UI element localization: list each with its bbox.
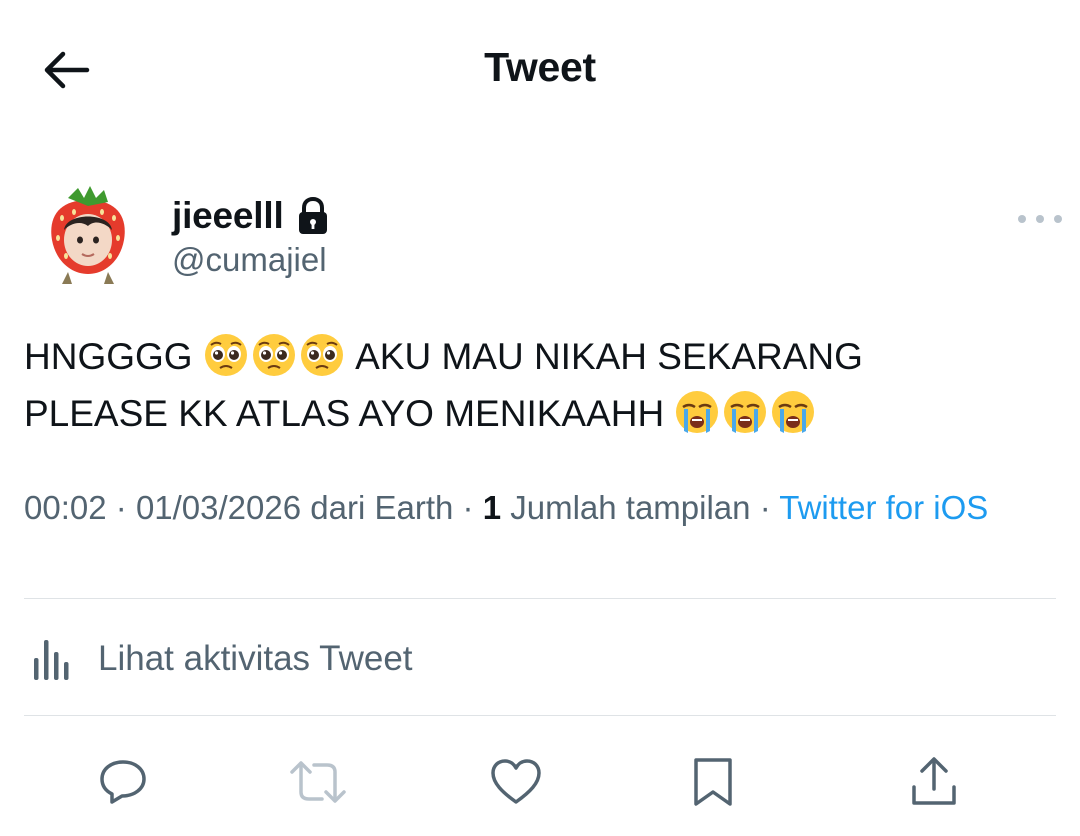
tweet-action-bar: [0, 752, 1080, 812]
share-icon: [912, 757, 956, 805]
tweet-time: 00:02: [24, 489, 107, 526]
bookmark-icon: [694, 758, 732, 806]
pleading-face-emoji-icon: [300, 334, 343, 376]
bookmark-button[interactable]: [683, 752, 743, 812]
retweet-icon: [290, 761, 346, 803]
meta-separator: ·: [115, 489, 127, 526]
bar-chart-icon: [34, 640, 69, 680]
pleading-face-emoji-icon: [252, 334, 295, 376]
loudly-crying-face-emoji-icon: [772, 391, 815, 433]
pleading-face-emoji-icon: [204, 334, 247, 376]
view-count-label: Jumlah tampilan: [510, 489, 751, 526]
divider: [24, 715, 1056, 716]
share-button[interactable]: [904, 752, 964, 812]
tweet-source-link[interactable]: Twitter for iOS: [779, 489, 988, 526]
meta-separator: ·: [759, 489, 771, 526]
divider: [24, 598, 1056, 599]
tweet-date: 01/03/2026: [135, 489, 302, 526]
tweet-author: jieeelll @cumajiel: [0, 180, 1080, 290]
more-horizontal-icon: [1018, 215, 1026, 223]
author-handle[interactable]: @cumajiel: [172, 238, 330, 282]
view-count: 1: [482, 489, 502, 526]
tweet-meta: 00:02 · 01/03/2026 dari Earth · 1 Jumlah…: [24, 486, 1044, 530]
tweet-location: dari Earth: [310, 489, 454, 526]
reply-button[interactable]: [93, 752, 153, 812]
author-names: jieeelll @cumajiel: [172, 194, 330, 282]
tweet-text-line1-suffix: AKU MAU NIKAH SEKARANG: [355, 336, 863, 377]
loudly-crying-face-emoji-icon: [676, 391, 719, 433]
reply-icon: [100, 760, 146, 804]
tweet-text: HNGGGG AKU MAU NIKAH SEKARANG PLEASE KK …: [24, 328, 1044, 442]
lock-icon: [298, 197, 327, 234]
display-name-row: jieeelll: [172, 194, 330, 238]
retweet-button[interactable]: [288, 752, 348, 812]
avatar[interactable]: [44, 186, 132, 286]
like-button[interactable]: [486, 752, 546, 812]
more-options-button[interactable]: [1018, 210, 1062, 228]
tweet-text-line1: HNGGGG: [24, 336, 193, 377]
loudly-crying-face-emoji-icon: [724, 391, 767, 433]
meta-separator: ·: [462, 489, 474, 526]
heart-icon: [491, 759, 541, 804]
view-tweet-activity-button[interactable]: Lihat aktivitas Tweet: [24, 632, 413, 686]
activity-label: Lihat aktivitas Tweet: [98, 639, 413, 678]
tweet-text-line2: PLEASE KK ATLAS AYO MENIKAAHH: [24, 393, 665, 434]
top-bar: Tweet: [0, 0, 1080, 140]
display-name[interactable]: jieeelll: [172, 194, 284, 238]
page-title: Tweet: [484, 44, 596, 90]
